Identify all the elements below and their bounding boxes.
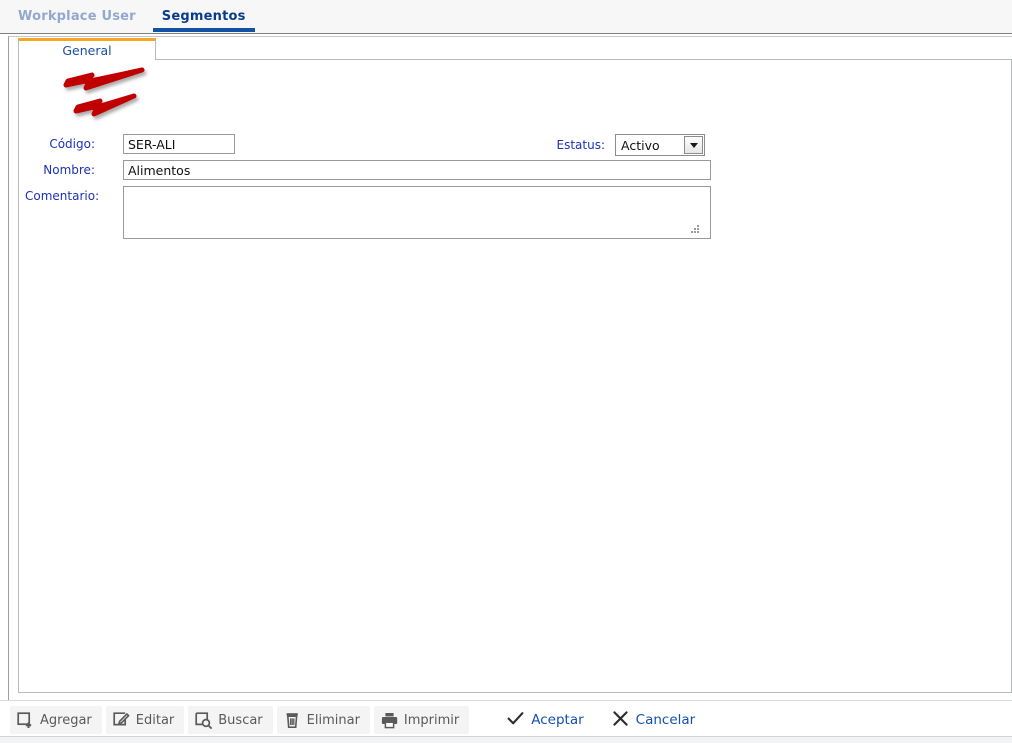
estatus-selected-value: Activo: [621, 137, 660, 153]
aceptar-button[interactable]: Aceptar: [495, 706, 595, 734]
field-row-codigo: Código:: [25, 134, 235, 154]
codigo-label: Código:: [49, 137, 95, 151]
general-form-panel: Código: Nombre: Comentario: Estatus: Act…: [18, 59, 1012, 693]
estatus-dropdown-button[interactable]: [684, 136, 703, 154]
inner-tab-strip: General: [8, 38, 1012, 60]
eliminar-button[interactable]: Eliminar: [276, 706, 370, 734]
buscar-label: Buscar: [218, 712, 263, 728]
imprimir-button[interactable]: Imprimir: [373, 706, 470, 734]
comentario-label: Comentario:: [25, 189, 100, 203]
agregar-button[interactable]: Agregar: [10, 706, 102, 734]
add-square-icon: [17, 711, 34, 729]
nombre-label: Nombre:: [43, 163, 95, 177]
tab-workplace-user[interactable]: Workplace User: [12, 0, 150, 34]
tab-workplace-user-label: Workplace User: [18, 9, 136, 24]
inner-tab-divider: [156, 59, 1012, 60]
comentario-textarea[interactable]: [123, 186, 711, 239]
aceptar-label: Aceptar: [531, 712, 584, 728]
tab-general[interactable]: General: [18, 38, 156, 60]
field-row-nombre: Nombre:: [25, 160, 711, 180]
tab-segmentos-label: Segmentos: [161, 9, 246, 24]
check-icon: [507, 710, 524, 731]
estatus-label: Estatus:: [556, 138, 606, 152]
top-tab-list: Workplace User Segmentos: [0, 0, 1012, 34]
estatus-dropdown[interactable]: Activo: [615, 134, 705, 156]
editar-label: Editar: [135, 712, 175, 728]
agregar-label: Agregar: [40, 712, 92, 728]
cancelar-label: Cancelar: [635, 712, 696, 728]
cancelar-button[interactable]: Cancelar: [600, 706, 708, 734]
chevron-down-icon: [689, 142, 698, 148]
eliminar-label: Eliminar: [306, 712, 360, 728]
trash-icon: [284, 712, 301, 729]
search-square-icon: [195, 711, 213, 729]
buscar-button[interactable]: Buscar: [188, 706, 273, 734]
field-row-estatus: Estatus: Activo: [533, 134, 705, 156]
tab-general-label: General: [62, 43, 112, 58]
nombre-input[interactable]: [123, 160, 711, 180]
tab-segmentos[interactable]: Segmentos: [150, 0, 258, 34]
close-icon: [612, 710, 629, 731]
codigo-input[interactable]: [123, 134, 235, 154]
editar-button[interactable]: Editar: [105, 706, 185, 734]
footer-strip: [0, 736, 1012, 743]
field-row-comentario: Comentario:: [25, 186, 711, 239]
imprimir-label: Imprimir: [403, 712, 460, 728]
top-tab-bar: Workplace User Segmentos: [0, 0, 1012, 34]
pencil-square-icon: [113, 711, 130, 729]
bottom-toolbar-inner: Agregar Editar Buscar Eliminar Imprimir …: [0, 701, 1012, 739]
printer-icon: [381, 712, 398, 729]
